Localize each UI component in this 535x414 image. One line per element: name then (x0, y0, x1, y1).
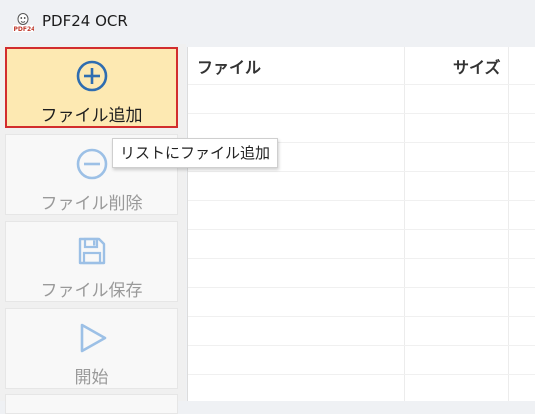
minus-circle-icon (76, 148, 107, 180)
window-title: PDF24 OCR (42, 12, 128, 30)
row-divider (188, 171, 535, 172)
column-header-size[interactable]: サイズ (453, 47, 501, 84)
column-header-file[interactable]: ファイル (197, 47, 261, 84)
file-list[interactable]: ファイル サイズ (187, 47, 535, 401)
toolbar-sidebar: ファイル追加 ファイル削除 ファイル保存 開始 (0, 44, 186, 414)
toolbar-button-partial[interactable] (5, 394, 178, 414)
add-file-button[interactable]: ファイル追加 (5, 47, 178, 128)
pdf24-logo-icon: PDF24 (13, 13, 35, 33)
play-triangle-icon (80, 323, 106, 353)
start-button[interactable]: 開始 (5, 308, 178, 389)
add-file-label: ファイル追加 (40, 106, 143, 126)
add-file-tooltip: リストにファイル追加 (112, 138, 279, 168)
row-divider (188, 374, 535, 375)
column-divider (508, 47, 509, 401)
row-divider (188, 229, 535, 230)
row-divider (188, 287, 535, 288)
row-divider (188, 316, 535, 317)
title-bar: PDF24 PDF24 OCR (0, 0, 535, 44)
save-file-button[interactable]: ファイル保存 (5, 221, 178, 302)
floppy-disk-icon (78, 237, 105, 265)
row-divider (188, 113, 535, 114)
start-label: 開始 (74, 368, 109, 388)
row-divider (188, 200, 535, 201)
row-divider (188, 258, 535, 259)
row-divider (188, 345, 535, 346)
row-divider (188, 84, 535, 85)
remove-file-label: ファイル削除 (40, 194, 143, 214)
svg-text:PDF24: PDF24 (14, 26, 35, 33)
plus-circle-icon (76, 60, 107, 92)
column-divider (404, 47, 405, 401)
save-file-label: ファイル保存 (40, 281, 143, 301)
